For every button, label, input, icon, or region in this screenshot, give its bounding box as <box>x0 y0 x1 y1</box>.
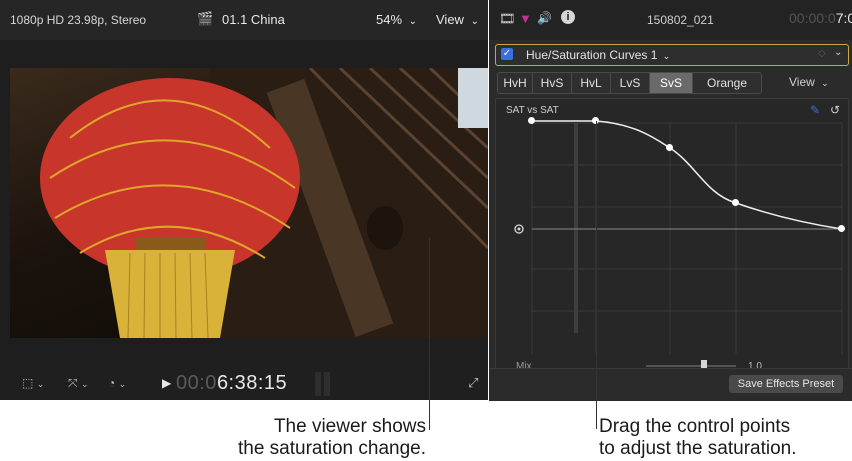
callout-line-left <box>429 238 430 430</box>
effect-enable-checkbox[interactable]: ✓ <box>501 48 513 60</box>
tab-svs[interactable]: SvS <box>650 73 693 93</box>
inspector-panel: 🎞 ▼ 🔊 i 150802_021 00:00:07:02 ✓ Hue/Sat… <box>489 0 852 401</box>
video-inspector-icon[interactable]: 🎞 <box>499 11 516 27</box>
mix-slider-thumb[interactable] <box>701 360 707 368</box>
clapper-icon: 🎬 <box>197 11 214 26</box>
curve-editor[interactable]: SAT vs SAT ✎ ↺ Mix 1.0 <box>495 98 849 370</box>
chevron-down-icon: ⌄ <box>470 16 479 27</box>
viewer-panel: 1080p HD 23.98p, Stereo 🎬 01.1 China 54%… <box>0 0 488 400</box>
clip-name: 01.1 China <box>222 12 285 27</box>
callout-right-line1: Drag the control points <box>599 416 791 437</box>
inspector-view-menu[interactable]: View ⌄ <box>789 75 829 89</box>
save-effects-preset-button[interactable]: Save Effects Preset <box>729 375 843 393</box>
effect-header: ✓ Hue/Saturation Curves 1 ⌄ ◇ ⌄ <box>495 44 849 66</box>
video-frame[interactable] <box>10 68 488 338</box>
tab-orange[interactable]: Orange <box>693 73 761 93</box>
tab-hvl[interactable]: HvL <box>572 73 611 93</box>
chevron-down-icon: ⌄ <box>408 16 418 27</box>
callout-left: The viewer shows the saturation change. <box>210 416 426 460</box>
chevron-down-icon: ⌄ <box>821 78 829 88</box>
curve-graph <box>514 120 843 354</box>
zoom-value: 54% <box>376 12 403 27</box>
zoom-menu[interactable]: 54% ⌄ <box>376 12 417 27</box>
chevron-down-icon: ⌄ <box>662 51 671 61</box>
viewer-view-menu[interactable]: View ⌄ <box>436 12 479 27</box>
chevron-down-icon: ⌄ <box>80 379 89 389</box>
mix-slider[interactable] <box>646 365 736 367</box>
control-point[interactable] <box>666 144 673 151</box>
lantern-image <box>40 68 488 338</box>
chevron-down-icon[interactable]: ⌄ <box>834 47 842 58</box>
chevron-down-icon: ⌄ <box>36 379 45 389</box>
audio-meter-left <box>315 372 321 396</box>
fullscreen-icon[interactable]: ⤢ <box>468 375 478 391</box>
transform-tools-button[interactable]: ⤧ ⌄ <box>68 376 89 391</box>
effect-name-menu[interactable]: Hue/Saturation Curves 1 ⌄ <box>526 48 670 62</box>
control-point[interactable] <box>528 117 535 124</box>
audio-meter-right <box>324 372 330 396</box>
duration-dim: 00:00:0 <box>789 10 836 26</box>
info-icon[interactable]: i <box>561 10 575 24</box>
keyframe-icon[interactable]: ◇ <box>818 48 826 59</box>
view-label: View <box>436 12 464 27</box>
control-point[interactable] <box>838 225 845 232</box>
timecode-display: 00:06:38:15 <box>176 372 287 395</box>
clip-id: 150802_021 <box>647 13 714 27</box>
chevron-down-icon: ⌄ <box>118 379 127 389</box>
play-icon[interactable]: ▶ <box>162 376 171 390</box>
timecode-dim: 00:0 <box>176 372 217 394</box>
view-options-button[interactable]: ⬚ ⌄ <box>22 376 44 390</box>
transform-icon: ⤧ <box>68 376 78 390</box>
callout-right-line2: to adjust the saturation. <box>599 438 797 459</box>
tab-hvh[interactable]: HvH <box>498 73 533 93</box>
effect-name: Hue/Saturation Curves 1 <box>526 48 658 62</box>
curve-tabs: HvH HvS HvL LvS SvS Orange <box>497 72 762 94</box>
speed-tools-button[interactable]: ◔ ⌄ <box>108 376 126 390</box>
viewer-footer: ⬚ ⌄ ⤧ ⌄ ◔ ⌄ ▶ 00:06:38:15 ⤢ <box>0 368 488 400</box>
duration-main: 7:02 <box>835 10 852 26</box>
control-point[interactable] <box>732 199 739 206</box>
speedometer-icon: ◔ <box>108 376 116 390</box>
frame-icon: ⬚ <box>22 376 34 390</box>
inspector-footer: Save Effects Preset <box>489 368 852 401</box>
callout-left-line2: the saturation change. <box>237 438 426 459</box>
callout-right: Drag the control points to adjust the sa… <box>599 416 849 460</box>
color-inspector-icon[interactable]: ▼ <box>519 11 532 26</box>
audio-inspector-icon[interactable]: 🔊 <box>537 11 552 25</box>
format-label: 1080p HD 23.98p, Stereo <box>10 13 147 27</box>
callout-left-line1: The viewer shows <box>273 416 426 437</box>
viewer-header: 1080p HD 23.98p, Stereo 🎬 01.1 China 54%… <box>0 0 488 40</box>
tab-hvs[interactable]: HvS <box>533 73 572 93</box>
view-label: View <box>789 75 815 89</box>
clip-duration: 00:00:07:02 <box>789 10 852 26</box>
callout-line-right <box>596 121 597 429</box>
inspector-header: 🎞 ▼ 🔊 i 150802_021 00:00:07:02 <box>489 0 852 40</box>
tab-lvs[interactable]: LvS <box>611 73 650 93</box>
timecode-main: 6:38:15 <box>216 372 288 394</box>
